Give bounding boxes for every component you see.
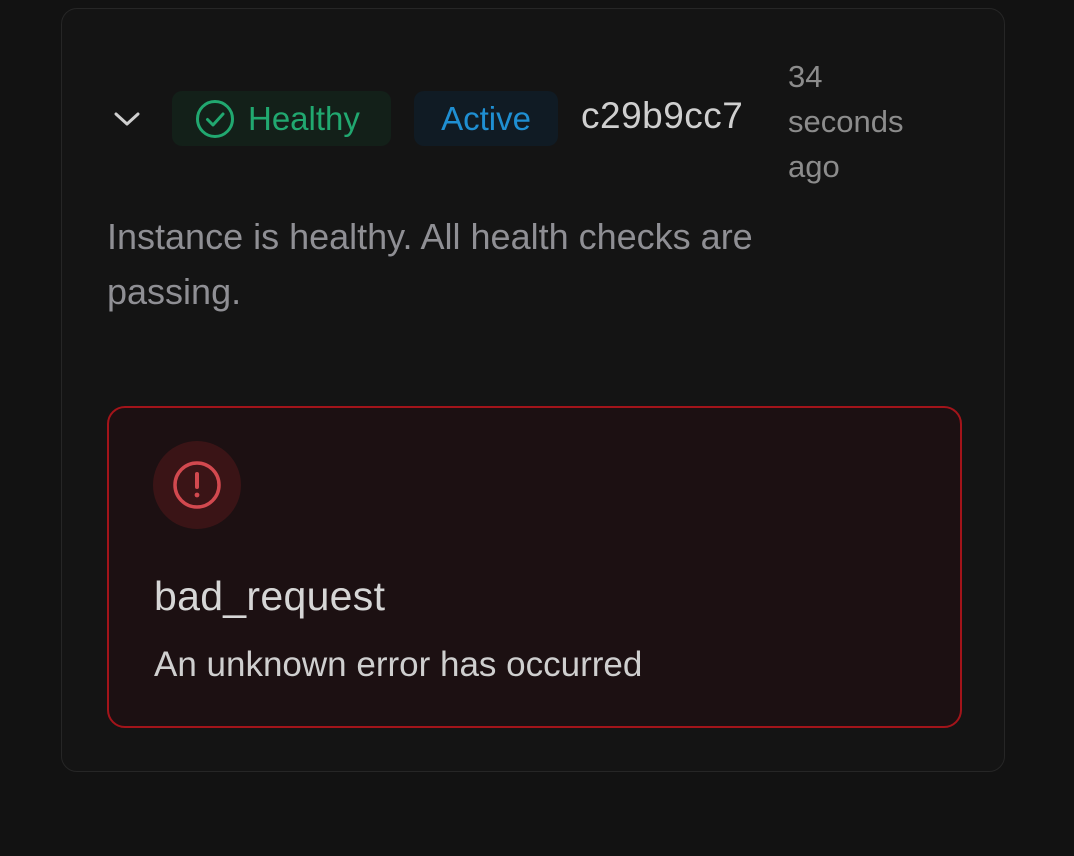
error-icon-container: [153, 441, 241, 529]
expand-toggle-button[interactable]: [110, 107, 144, 131]
timestamp: 34 seconds ago: [788, 59, 904, 184]
instance-header: Healthy Active c29b9cc7 34 seconds ago: [62, 59, 1004, 184]
instance-description: Instance is healthy. All health checks a…: [107, 216, 753, 312]
error-title: bad_request: [154, 573, 386, 619]
state-badge: Active: [414, 91, 558, 146]
health-status-label: Healthy: [248, 99, 360, 137]
health-status-badge: Healthy: [172, 91, 391, 146]
error-message: An unknown error has occurred: [154, 645, 643, 684]
check-circle-icon: [195, 99, 235, 139]
exclamation-circle-icon: [173, 461, 221, 509]
error-alert: bad_request An unknown error has occurre…: [107, 406, 962, 728]
instance-card: Healthy Active c29b9cc7 34 seconds ago I…: [61, 8, 1005, 772]
commit-hash: c29b9cc7: [581, 95, 744, 136]
state-label: Active: [441, 99, 531, 137]
chevron-down-icon: [114, 112, 140, 126]
